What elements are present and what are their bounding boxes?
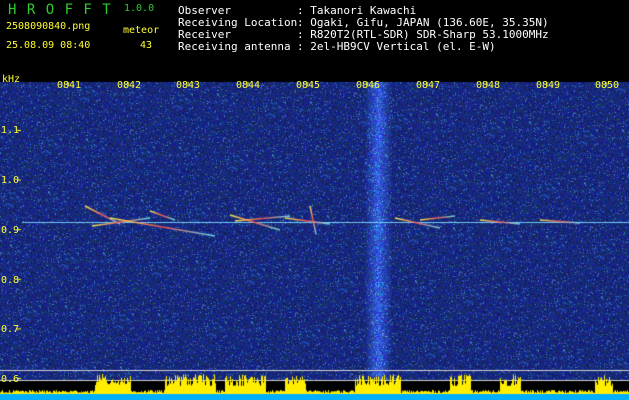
- spectrogram-canvas: [0, 68, 629, 400]
- location-value: : Ogaki, Gifu, JAPAN (136.60E, 35.35N): [297, 16, 549, 29]
- receiver-value: : R820T2(RTL-SDR) SDR-Sharp 53.1000MHz: [297, 28, 549, 41]
- unit-label: kHz: [2, 74, 21, 85]
- time-tick: 0842: [117, 80, 142, 91]
- meteor-count: 43: [140, 40, 153, 51]
- app-name: H R O F F T: [8, 2, 112, 18]
- antenna-value: : 2el-HB9CV Vertical (el. E-W): [297, 40, 496, 53]
- time-tick: 0841: [57, 80, 82, 91]
- freq-tick: 0.7: [1, 324, 20, 335]
- time-tick: 0845: [296, 80, 321, 91]
- hrofft-window: H R O F F T 1.0.0 2508090840.png meteor …: [0, 0, 629, 400]
- location-label: Receiving Location: [178, 16, 298, 29]
- date-time: 25.08.09 08:40: [6, 40, 91, 51]
- freq-tick: 1.0: [1, 175, 20, 186]
- antenna-label: Receiving antenna: [178, 40, 291, 53]
- header-panel: H R O F F T 1.0.0 2508090840.png meteor …: [0, 0, 629, 68]
- time-tick: 0850: [595, 80, 620, 91]
- time-tick: 0846: [356, 80, 381, 91]
- time-tick: 0847: [416, 80, 441, 91]
- time-tick: 0844: [236, 80, 261, 91]
- observer-label: Observer: [178, 4, 231, 17]
- freq-tick: 0.9: [1, 225, 20, 236]
- time-tick: 0848: [476, 80, 501, 91]
- observer-value: : Takanori Kawachi: [297, 4, 417, 17]
- app-version: 1.0.0: [124, 3, 155, 14]
- freq-tick: 0.8: [1, 275, 20, 286]
- freq-tick: 1.1: [1, 125, 20, 136]
- file-name: 2508090840.png: [6, 21, 91, 32]
- receiver-label: Receiver: [178, 28, 231, 41]
- meteor-label: meteor: [123, 25, 160, 36]
- time-tick: 0843: [176, 80, 201, 91]
- time-tick: 0849: [536, 80, 561, 91]
- freq-tick: 0.6: [1, 374, 20, 385]
